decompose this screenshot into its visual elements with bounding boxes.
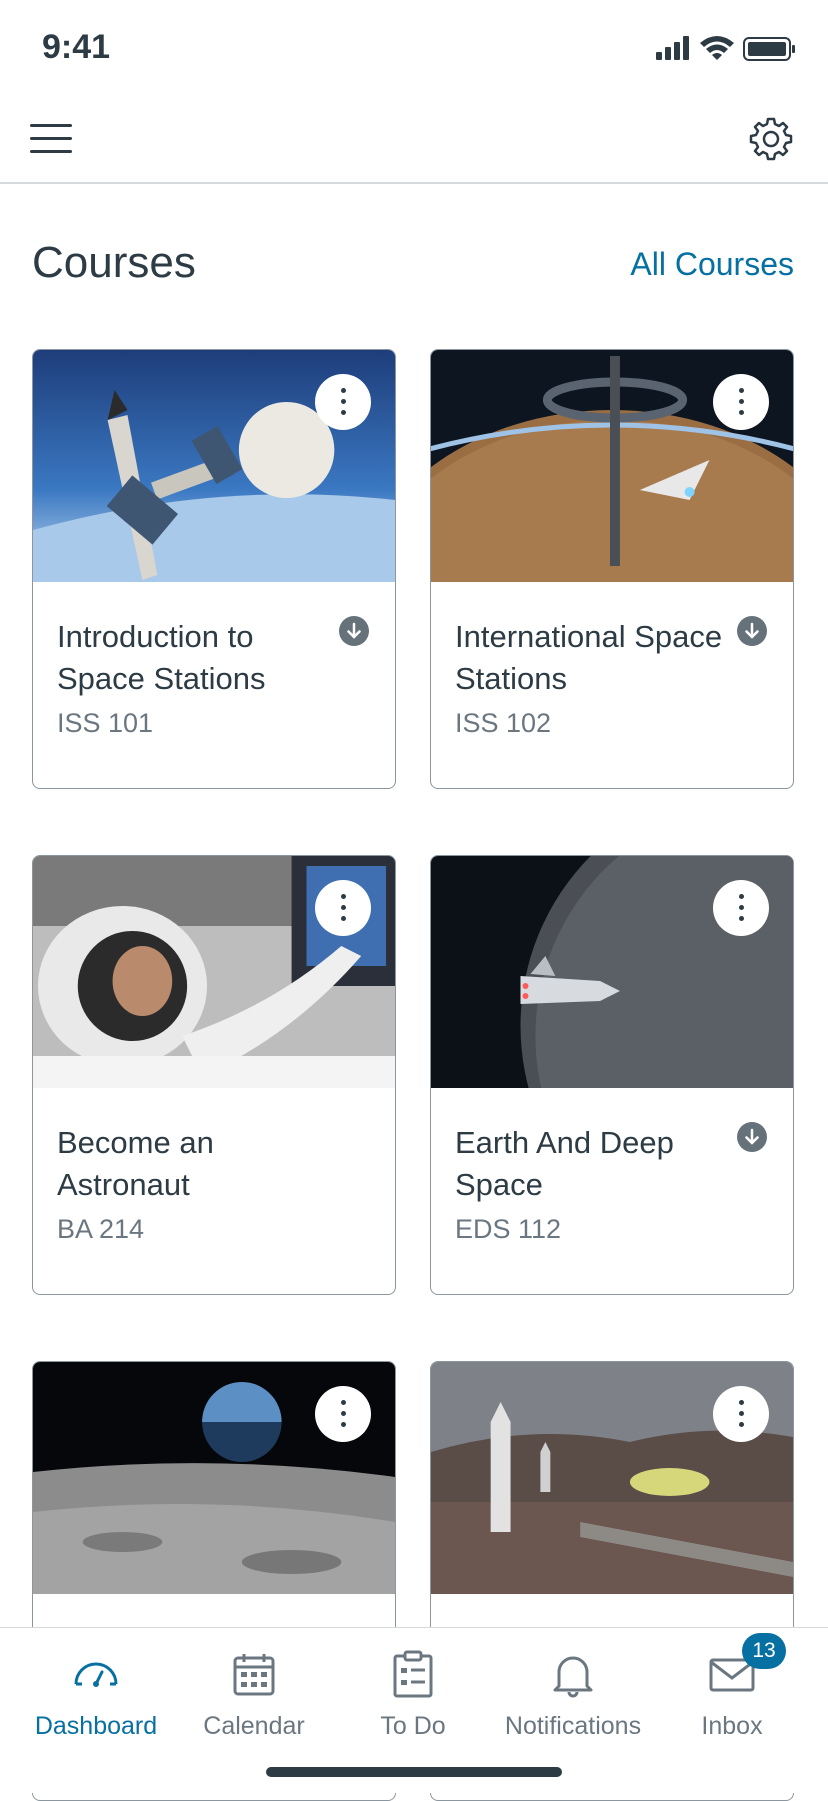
tab-inbox-label: Inbox [701,1712,763,1740]
card-options-icon[interactable] [315,880,371,936]
course-card[interactable]: Introduction to Space Stations ISS 101 [32,349,396,789]
course-title: International Space Stations [455,619,723,696]
status-time: 9:41 [42,28,111,66]
tab-dashboard-label: Dashboard [34,1712,158,1740]
inbox-unread-badge: 13 [742,1633,786,1669]
card-options-icon[interactable] [315,374,371,430]
page-title: Courses [32,238,196,287]
nav-bar [0,96,828,184]
wifi-icon [700,36,734,60]
notifications-bell-icon [553,1656,593,1698]
settings-gear-icon[interactable] [748,116,794,162]
all-courses-link[interactable]: All Courses [630,246,794,283]
course-code: ISS 101 [57,708,154,738]
tab-notifications[interactable]: Notifications [493,1642,653,1742]
tab-calendar-label: Calendar [203,1712,305,1740]
course-code: EDS 112 [455,1214,562,1244]
card-options-icon[interactable] [713,880,769,936]
home-indicator[interactable] [266,1767,562,1777]
dashboard-icon [74,1662,118,1687]
card-options-icon[interactable] [713,374,769,430]
status-bar: 9:41 [0,0,828,96]
course-title: Become an Astronaut [57,1125,214,1202]
course-card[interactable]: Earth And Deep Space EDS 112 [430,855,794,1295]
course-title: Introduction to Space Stations [57,619,266,696]
downloaded-icon [737,616,767,646]
course-code: BA 214 [57,1214,145,1244]
card-options-icon[interactable] [315,1386,371,1442]
course-code: ISS 102 [455,708,552,738]
status-icons [648,30,828,70]
todo-clipboard-icon [393,1650,433,1698]
course-card[interactable]: International Space Stations ISS 102 [430,349,794,789]
battery-icon [743,37,795,61]
downloaded-icon [339,616,369,646]
card-options-icon[interactable] [713,1386,769,1442]
tab-todo-label: To Do [380,1712,446,1740]
downloaded-icon [737,1122,767,1152]
cellular-signal-icon [656,36,689,60]
tab-inbox[interactable]: Inbox [652,1642,812,1742]
course-card[interactable]: Become an Astronaut BA 214 [32,855,396,1295]
tab-todo[interactable]: To Do [333,1642,493,1742]
tab-notifications-label: Notifications [504,1712,642,1740]
tab-calendar[interactable]: Calendar [174,1642,334,1742]
tab-dashboard[interactable]: Dashboard [16,1642,176,1742]
course-title: Earth And Deep Space [455,1125,674,1202]
calendar-icon [233,1654,275,1696]
hamburger-menu-icon[interactable] [30,124,72,154]
